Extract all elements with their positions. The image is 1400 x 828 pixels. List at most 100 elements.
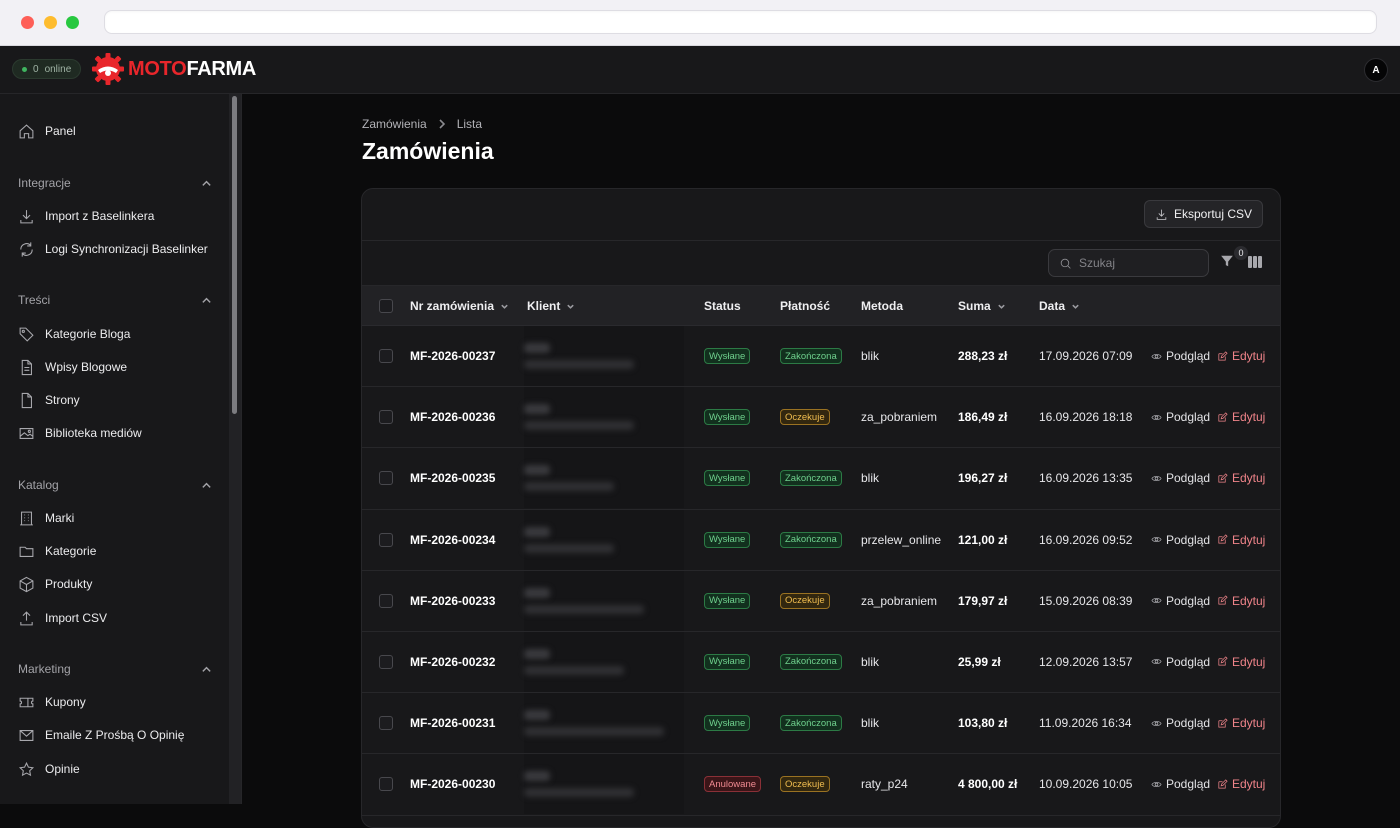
edit-link[interactable]: Edytuj bbox=[1217, 655, 1265, 669]
column-header-client[interactable]: Klient bbox=[527, 286, 575, 326]
sidebar-item-categories[interactable]: Kategorie bbox=[18, 541, 96, 561]
payment-cell: Oczekuje bbox=[780, 571, 830, 631]
sidebar-group-integrations[interactable]: Integracje bbox=[18, 174, 212, 192]
table-row[interactable]: MF-2026-00236 Wysłane Oczekuje za_pobraniem… bbox=[362, 387, 1280, 449]
sidebar-item-label: Wpisy Blogowe bbox=[45, 360, 128, 374]
table-row[interactable]: MF-2026-00231 Wysłane Zakończona blik 103,80… bbox=[362, 693, 1280, 755]
sidebar-group-marketing[interactable]: Marketing bbox=[18, 660, 212, 678]
view-link[interactable]: Podgląd bbox=[1151, 655, 1210, 669]
sidebar-item-import-csv[interactable]: Import CSV bbox=[18, 608, 107, 628]
edit-action[interactable]: Edytuj bbox=[1217, 754, 1265, 814]
search-input[interactable] bbox=[1079, 256, 1189, 270]
sidebar-item-baselinker-import[interactable]: Import z Baselinkera bbox=[18, 206, 154, 226]
view-link[interactable]: Podgląd bbox=[1151, 594, 1210, 608]
view-action[interactable]: Podgląd bbox=[1151, 448, 1210, 508]
view-action[interactable]: Podgląd bbox=[1151, 693, 1210, 753]
view-action[interactable]: Podgląd bbox=[1151, 571, 1210, 631]
sidebar-item-reviews[interactable]: Opinie bbox=[18, 759, 80, 779]
search-box bbox=[1048, 249, 1209, 277]
address-bar[interactable] bbox=[104, 10, 1377, 34]
sidebar-item-products[interactable]: Produkty bbox=[18, 574, 92, 594]
order-sum: 121,00 zł bbox=[958, 532, 1008, 547]
sidebar-item-blog-posts[interactable]: Wpisy Blogowe bbox=[18, 357, 127, 377]
row-checkbox[interactable] bbox=[379, 654, 393, 669]
sidebar-item-brands[interactable]: Marki bbox=[18, 508, 74, 528]
sidebar-item-pages[interactable]: Strony bbox=[18, 390, 80, 410]
row-checkbox[interactable] bbox=[379, 777, 393, 792]
breadcrumb-parent[interactable]: Zamówienia bbox=[362, 117, 427, 131]
row-checkbox[interactable] bbox=[379, 532, 393, 547]
table-row[interactable]: MF-2026-00237 Wysłane Zakończona blik 288,23… bbox=[362, 326, 1280, 388]
window-close-button[interactable] bbox=[21, 16, 34, 29]
edit-link[interactable]: Edytuj bbox=[1217, 471, 1265, 485]
window-minimize-button[interactable] bbox=[44, 16, 57, 29]
sidebar-item-review-emails[interactable]: Emaile Z Prośbą O Opinię bbox=[18, 725, 184, 745]
view-link[interactable]: Podgląd bbox=[1151, 716, 1210, 730]
row-checkbox[interactable] bbox=[379, 349, 393, 363]
order-number[interactable]: MF-2026-00235 bbox=[410, 448, 495, 508]
view-action[interactable]: Podgląd bbox=[1151, 510, 1210, 570]
edit-link[interactable]: Edytuj bbox=[1217, 777, 1265, 791]
order-number[interactable]: MF-2026-00237 bbox=[410, 326, 495, 386]
columns-toggle-button[interactable] bbox=[1248, 256, 1262, 268]
sidebar-item-media-library[interactable]: Biblioteka mediów bbox=[18, 423, 142, 443]
row-checkbox[interactable] bbox=[379, 410, 393, 425]
column-header-order-no[interactable]: Nr zamówienia bbox=[410, 286, 509, 326]
row-checkbox[interactable] bbox=[379, 471, 393, 486]
sidebar-item-panel[interactable]: Panel bbox=[18, 121, 76, 141]
edit-link[interactable]: Edytuj bbox=[1217, 594, 1265, 608]
edit-action[interactable]: Edytuj bbox=[1217, 326, 1265, 386]
table-row[interactable]: MF-2026-00233 Wysłane Oczekuje za_pobraniem… bbox=[362, 570, 1280, 632]
edit-action[interactable]: Edytuj bbox=[1217, 632, 1265, 692]
column-header-date[interactable]: Data bbox=[1039, 286, 1080, 326]
sidebar-item-coupons[interactable]: Kupony bbox=[18, 692, 86, 712]
edit-link[interactable]: Edytuj bbox=[1217, 349, 1265, 363]
edit-link[interactable]: Edytuj bbox=[1217, 716, 1265, 730]
sidebar-scrollbar[interactable] bbox=[229, 94, 241, 804]
sidebar-item-baselinker-logs[interactable]: Logi Synchronizacji Baselinker bbox=[18, 239, 208, 259]
table-row[interactable]: MF-2026-00234 Wysłane Zakończona przelew_on… bbox=[362, 509, 1280, 571]
filter-button[interactable] bbox=[1220, 254, 1236, 270]
edit-link[interactable]: Edytuj bbox=[1217, 410, 1265, 424]
view-link[interactable]: Podgląd bbox=[1151, 349, 1210, 363]
view-link[interactable]: Podgląd bbox=[1151, 410, 1210, 424]
view-action[interactable]: Podgląd bbox=[1151, 754, 1210, 814]
view-link[interactable]: Podgląd bbox=[1151, 533, 1210, 547]
view-link[interactable]: Podgląd bbox=[1151, 471, 1210, 485]
export-csv-button[interactable]: Eksportuj CSV bbox=[1143, 200, 1263, 228]
order-number[interactable]: MF-2026-00232 bbox=[410, 632, 495, 692]
table-row[interactable]: MF-2026-00230 Anulowane Oczekuje raty_p24 4 … bbox=[362, 754, 1280, 816]
order-number[interactable]: MF-2026-00233 bbox=[410, 571, 495, 631]
user-avatar[interactable]: A bbox=[1364, 58, 1388, 82]
order-number[interactable]: MF-2026-00234 bbox=[410, 510, 495, 570]
sidebar-group-catalog[interactable]: Katalog bbox=[18, 476, 212, 494]
view-action[interactable]: Podgląd bbox=[1151, 632, 1210, 692]
edit-action[interactable]: Edytuj bbox=[1217, 448, 1265, 508]
select-all-checkbox[interactable] bbox=[379, 299, 393, 313]
column-header-sum[interactable]: Suma bbox=[958, 286, 1006, 326]
edit-action[interactable]: Edytuj bbox=[1217, 510, 1265, 570]
window-maximize-button[interactable] bbox=[66, 16, 79, 29]
edit-action[interactable]: Edytuj bbox=[1217, 693, 1265, 753]
sidebar-scrollbar-thumb[interactable] bbox=[232, 96, 237, 414]
edit-link[interactable]: Edytuj bbox=[1217, 533, 1265, 547]
order-number[interactable]: MF-2026-00231 bbox=[410, 693, 495, 753]
sidebar-group-content[interactable]: Treści bbox=[18, 291, 212, 309]
view-action[interactable]: Podgląd bbox=[1151, 326, 1210, 386]
view-action[interactable]: Podgląd bbox=[1151, 387, 1210, 447]
row-checkbox[interactable] bbox=[379, 593, 393, 608]
payment-badge: Oczekuje bbox=[780, 776, 830, 793]
row-checkbox[interactable] bbox=[379, 716, 393, 731]
logo[interactable]: MOTOFARMA bbox=[90, 51, 256, 87]
sidebar-item-blog-categories[interactable]: Kategorie Bloga bbox=[18, 324, 130, 344]
table-row[interactable]: MF-2026-00235 Wysłane Zakończona blik 196,27… bbox=[362, 448, 1280, 510]
edit-action[interactable]: Edytuj bbox=[1217, 571, 1265, 631]
column-label: Nr zamówienia bbox=[410, 299, 495, 313]
edit-action[interactable]: Edytuj bbox=[1217, 387, 1265, 447]
column-label: Klient bbox=[527, 299, 561, 313]
order-number[interactable]: MF-2026-00236 bbox=[410, 387, 495, 447]
online-indicator: 0 online bbox=[12, 59, 82, 79]
view-link[interactable]: Podgląd bbox=[1151, 777, 1210, 791]
table-row[interactable]: MF-2026-00232 Wysłane Zakończona blik 25,99 … bbox=[362, 631, 1280, 694]
order-number[interactable]: MF-2026-00230 bbox=[410, 754, 495, 814]
